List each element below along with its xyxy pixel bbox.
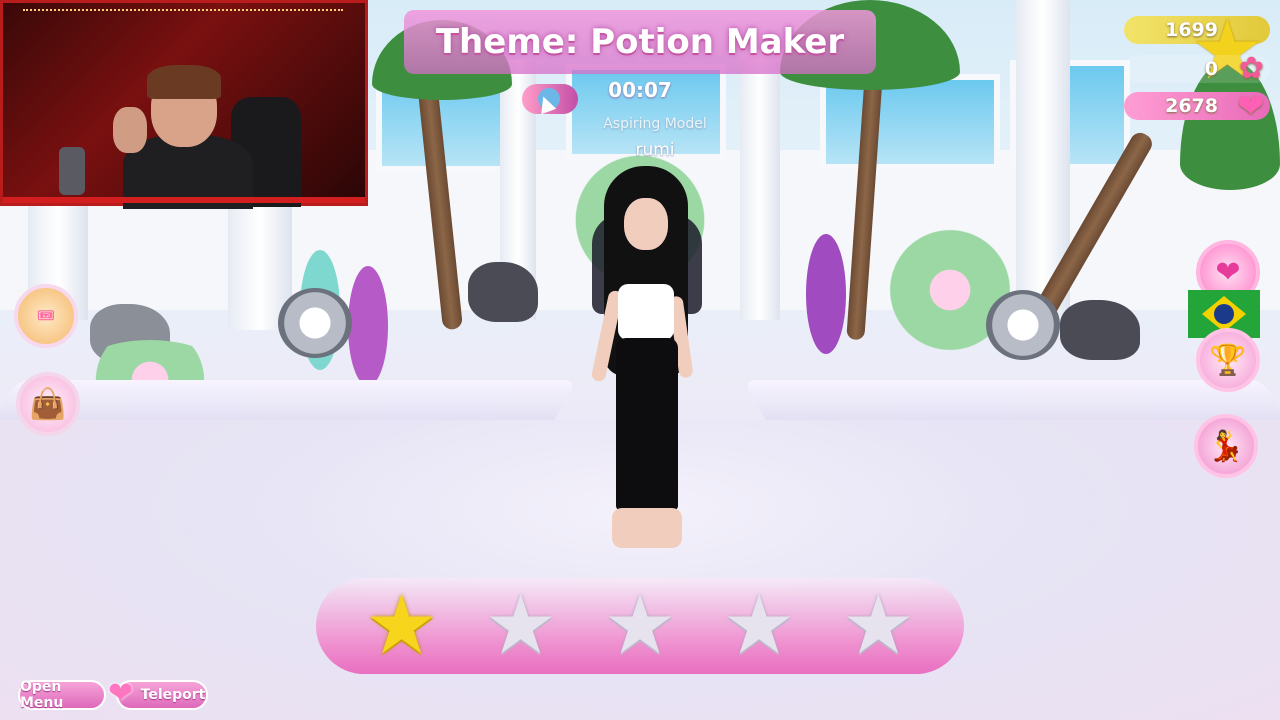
heart-icon: ❤ (1215, 254, 1241, 290)
rating-star-3[interactable]: ★ (603, 585, 677, 667)
spotlight (278, 288, 352, 358)
round-timer: 00:07 (608, 78, 672, 102)
rating-star-5[interactable]: ★ (842, 585, 916, 667)
flag-circle (1214, 304, 1234, 324)
webcam-overlay (0, 0, 368, 209)
hearts-value: 2678 (1165, 95, 1218, 117)
surfboard (348, 266, 388, 386)
hearts-icon: ❤ (1237, 87, 1264, 125)
beach-pass-button[interactable]: 🎟 (14, 284, 78, 348)
pillar (740, 50, 780, 320)
rating-star-4[interactable]: ★ (722, 585, 796, 667)
player-name: rumi (635, 140, 675, 160)
streamer-hair (147, 65, 221, 99)
streamer-hand (113, 107, 147, 153)
string-lights (23, 9, 343, 15)
rating-bar: ★ ★ ★ ★ ★ (316, 578, 964, 674)
beach-pass-icon: 🎟 (37, 308, 55, 324)
theme-title: Theme: Potion Maker (435, 22, 845, 62)
theme-banner: Theme: Potion Maker (404, 10, 876, 74)
trophy-button[interactable]: 🏆 (1196, 328, 1260, 392)
rock (468, 262, 538, 322)
pose-button[interactable]: 💃 (1194, 414, 1258, 478)
rating-star-2[interactable]: ★ (484, 585, 558, 667)
avatar-pants (616, 338, 678, 510)
rating-star-1[interactable]: ★ (365, 585, 439, 667)
open-menu-button[interactable]: Open Menu (18, 679, 106, 711)
flower-icon: ✿ (1238, 51, 1264, 86)
trophy-icon: 🏆 (1209, 342, 1247, 378)
avatar-face (624, 198, 668, 250)
shopping-bag-icon: 👜 (29, 386, 67, 422)
rock (1060, 300, 1140, 360)
water-bottle (59, 147, 85, 195)
player-rank: Aspiring Model (603, 116, 707, 132)
pose-icon: 💃 (1207, 428, 1245, 464)
flowers-value: 0 (1204, 58, 1218, 80)
avatar-feet (612, 508, 682, 548)
surfboard (806, 234, 846, 354)
webcam-frame (3, 197, 365, 203)
flowers-counter: 0 ✿ (1124, 51, 1270, 86)
shop-button[interactable]: 👜 (16, 372, 80, 436)
hearts-counter: 2678 ❤ (1124, 87, 1270, 125)
spotlight (986, 290, 1060, 360)
stars-counter: 1699 ★ (1124, 10, 1270, 92)
avatar-top (618, 284, 674, 340)
teleport-heart-icon: ❤ (108, 676, 134, 711)
